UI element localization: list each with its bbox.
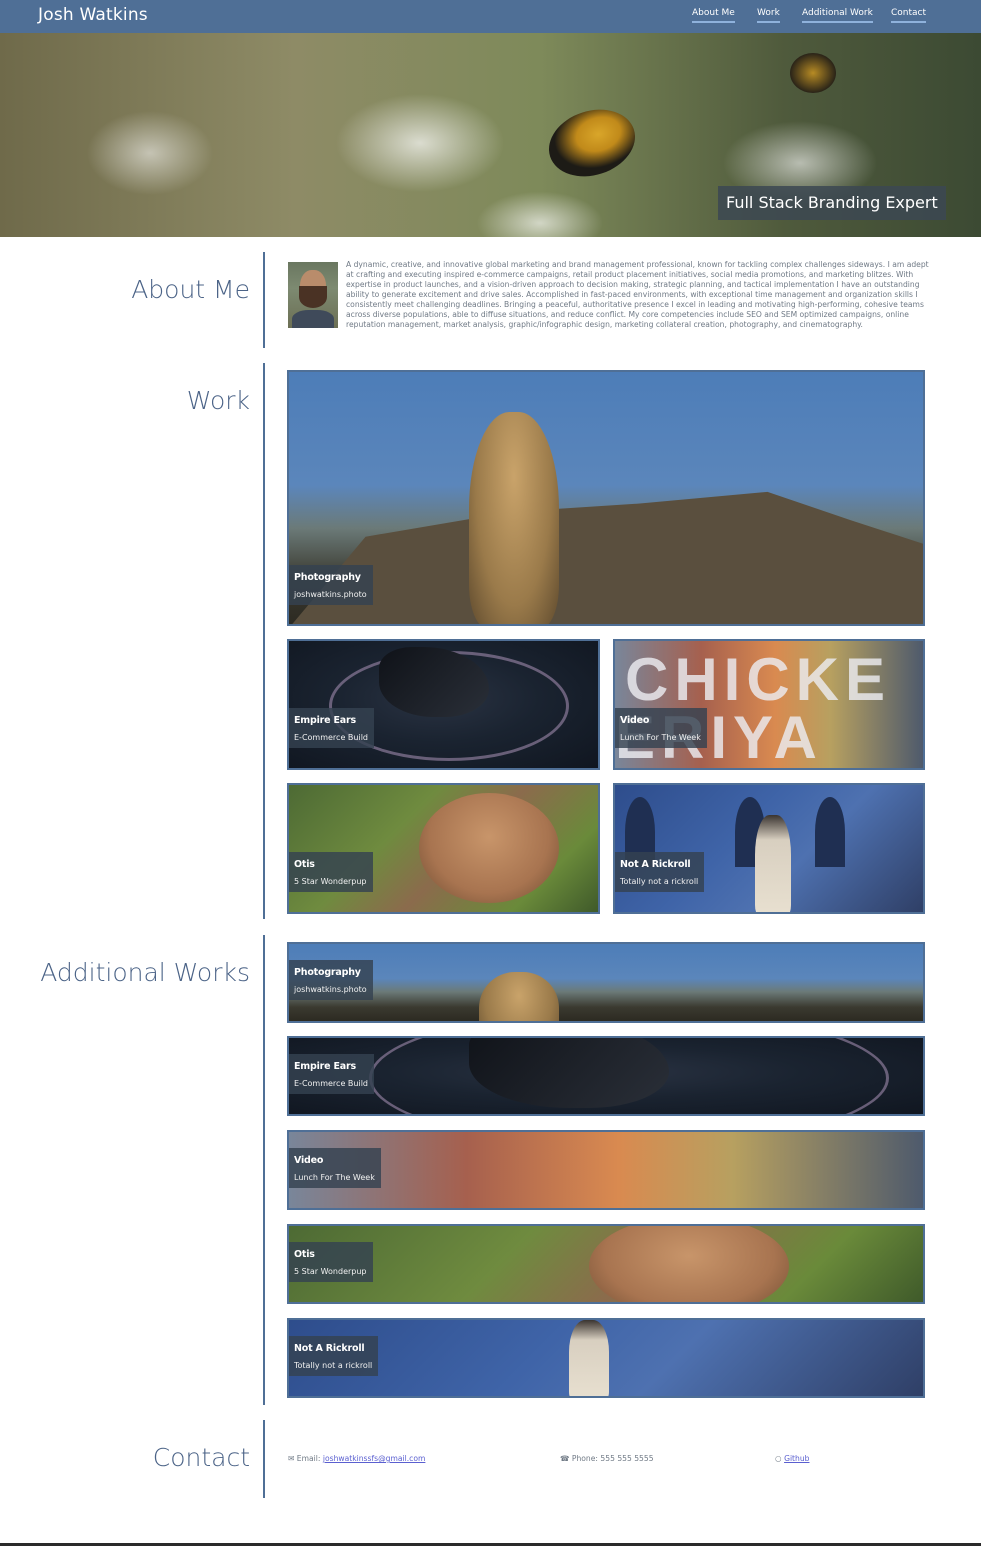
work-card-photography[interactable]: Photography joshwatkins.photo (287, 370, 925, 626)
nav-link-about-me[interactable]: About Me (692, 8, 735, 23)
avatar (288, 262, 338, 328)
card-subtitle: joshwatkins.photo (294, 590, 367, 599)
card-title: Photography (294, 572, 361, 583)
email-link[interactable]: joshwatkinssfs@gmail.com (323, 1454, 426, 1463)
phone-icon: ☎ (560, 1454, 570, 1463)
about-heading: About Me (131, 275, 250, 304)
card-title: Video (294, 1155, 324, 1166)
card-title: Empire Ears (294, 715, 356, 726)
about-text: A dynamic, creative, and innovative glob… (346, 260, 929, 329)
card-title: Otis (294, 859, 315, 870)
hero-tagline: Full Stack Branding Expert (718, 186, 946, 220)
additional-card-otis[interactable]: Otis 5 Star Wonderpup (287, 1224, 925, 1304)
card-subtitle: Totally not a rickroll (620, 877, 699, 886)
brand-name[interactable]: Josh Watkins (38, 5, 148, 25)
card-subtitle: 5 Star Wonderpup (294, 877, 367, 886)
nav-link-work[interactable]: Work (757, 8, 780, 23)
additional-card-video[interactable]: Video Lunch For The Week (287, 1130, 925, 1210)
card-title: Not A Rickroll (294, 1343, 365, 1354)
card-title: Photography (294, 967, 361, 978)
work-heading: Work (186, 386, 250, 415)
contact-divider (263, 1420, 265, 1498)
card-subtitle: Lunch For The Week (294, 1173, 375, 1182)
card-subtitle: joshwatkins.photo (294, 985, 367, 994)
statue-image (469, 412, 559, 624)
hero-bee-image (540, 98, 644, 188)
top-nav: Josh Watkins About Me Work Additional Wo… (0, 0, 981, 33)
card-title: Not A Rickroll (620, 859, 691, 870)
work-card-video[interactable]: CHICKE ERIYA Video Lunch For The Week (613, 639, 925, 770)
github-link[interactable]: Github (784, 1454, 809, 1463)
additional-works-divider (263, 935, 265, 1405)
nav-link-contact[interactable]: Contact (891, 8, 927, 23)
email-label: Email: (296, 1454, 321, 1463)
contact-email: ✉ Email: joshwatkinssfs@gmail.com (288, 1454, 425, 1463)
card-title: Otis (294, 1249, 315, 1260)
card-subtitle: E-Commerce Build (294, 1079, 368, 1088)
work-card-empire-ears[interactable]: Empire Ears E-Commerce Build (287, 639, 600, 770)
card-subtitle: Lunch For The Week (620, 733, 701, 742)
work-card-rickroll[interactable]: Not A Rickroll Totally not a rickroll (613, 783, 925, 914)
card-subtitle: E-Commerce Build (294, 733, 368, 742)
github-icon: ○ (775, 1454, 782, 1463)
about-divider (263, 252, 265, 348)
contact-heading: Contact (152, 1443, 250, 1472)
hero-bee-image-secondary (790, 53, 836, 93)
dog-image (419, 793, 559, 903)
phone-label: Phone: (571, 1454, 598, 1463)
work-divider (263, 363, 265, 919)
additional-card-rickroll[interactable]: Not A Rickroll Totally not a rickroll (287, 1318, 925, 1398)
additional-works-heading: Additional Works (40, 958, 250, 987)
additional-card-empire-ears[interactable]: Empire Ears E-Commerce Build (287, 1036, 925, 1116)
card-title: Empire Ears (294, 1061, 356, 1072)
card-subtitle: Totally not a rickroll (294, 1361, 373, 1370)
envelope-icon: ✉ (288, 1454, 295, 1463)
person-image (755, 815, 791, 912)
nav-link-additional-work[interactable]: Additional Work (802, 8, 873, 23)
phone-number: 555 555 5555 (600, 1454, 654, 1463)
card-title: Video (620, 715, 650, 726)
contact-github: ○ Github (775, 1454, 809, 1463)
additional-card-photography[interactable]: Photography joshwatkins.photo (287, 942, 925, 1023)
card-subtitle: 5 Star Wonderpup (294, 1267, 367, 1276)
hero-banner: Full Stack Branding Expert (0, 33, 981, 237)
contact-phone: ☎ Phone: 555 555 5555 (560, 1454, 654, 1463)
work-card-otis[interactable]: Otis 5 Star Wonderpup (287, 783, 600, 914)
